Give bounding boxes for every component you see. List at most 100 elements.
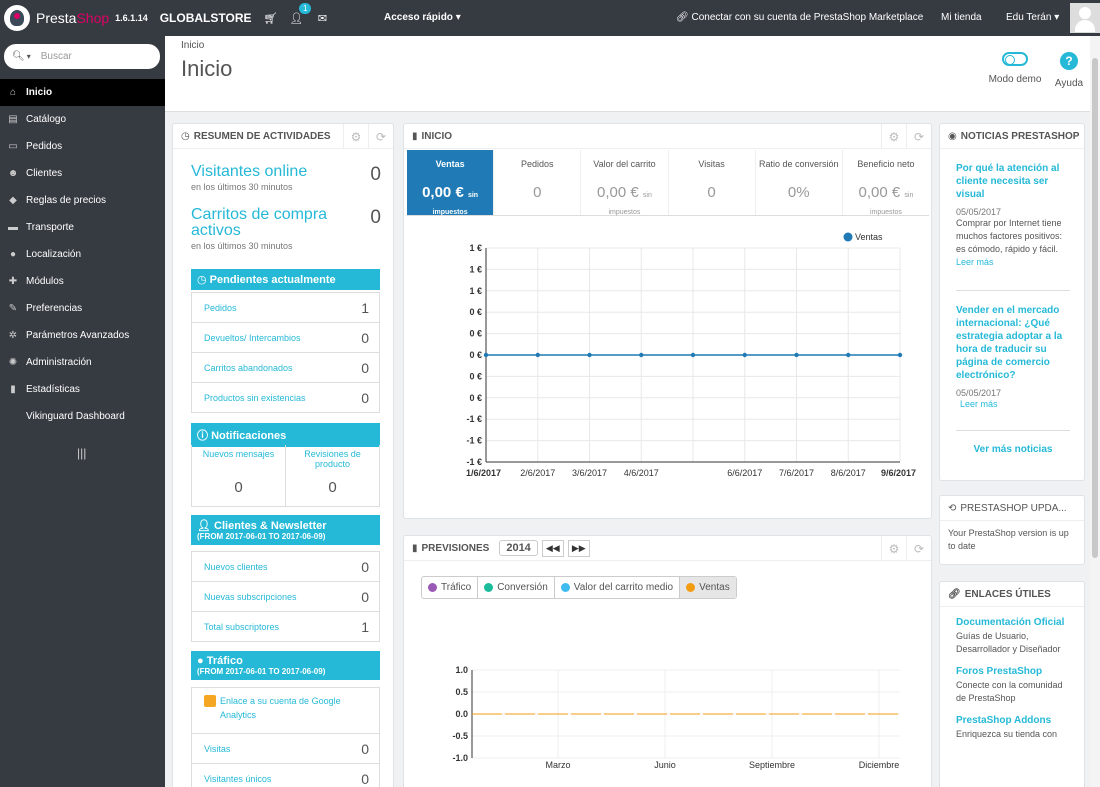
list-item[interactable]: Nuevos clientes 0 xyxy=(192,551,379,581)
book-icon: ▤ xyxy=(8,114,18,125)
list-item-label[interactable]: Total subscriptores xyxy=(204,622,279,632)
legend-toggle[interactable]: Valor del carrito medio xyxy=(555,577,681,598)
forecast-chart: 1.0 0.5 0.0 -0.5 -1.0 Marzo Junio Septiembre Dic… xyxy=(452,665,900,770)
new-messages-label[interactable]: Nuevos mensajes xyxy=(192,449,285,473)
caret-down-icon[interactable]: ▾ xyxy=(27,52,31,61)
useful-link-title[interactable]: PrestaShop Addons xyxy=(956,715,1068,726)
search-input[interactable]: Buscar xyxy=(41,51,72,62)
x-tick-label: 3/6/2017 xyxy=(572,468,607,478)
legend-toggle[interactable]: Tráfico xyxy=(422,577,479,598)
list-item[interactable]: Carritos abandonados 0 xyxy=(192,352,379,382)
read-more-link[interactable]: Leer más xyxy=(956,257,994,267)
list-item-label[interactable]: Carritos abandonados xyxy=(204,363,293,373)
see-more-news-link[interactable]: Ver más noticias xyxy=(956,444,1070,455)
sidebar-item-1[interactable]: ▤ Catálogo xyxy=(0,106,165,133)
sidebar-item-5[interactable]: ▬ Transporte xyxy=(0,214,165,241)
useful-link: Documentación Oficial Guías de Usuario, D… xyxy=(940,617,1084,656)
demo-mode-button[interactable]: Modo demo xyxy=(987,52,1043,85)
google-analytics-link[interactable]: Enlace a su cuenta de Google Analytics xyxy=(192,687,379,733)
list-item-value: 0 xyxy=(361,588,369,605)
kpi-value: 0,00 € sin impuestos xyxy=(597,184,652,216)
gear-icon[interactable]: ⚙ xyxy=(881,124,906,149)
list-item[interactable]: Nuevas subscripciones 0 xyxy=(192,581,379,611)
kpi-tab[interactable]: Pedidos 0 xyxy=(494,150,582,215)
useful-link-title[interactable]: Foros PrestaShop xyxy=(956,666,1068,677)
new-messages-cell[interactable]: Nuevos mensajes 0 xyxy=(192,445,285,506)
my-shop-link[interactable]: Mi tienda xyxy=(941,12,982,23)
list-item[interactable]: Pedidos 1 xyxy=(192,292,379,322)
list-item-label[interactable]: Pedidos xyxy=(204,303,237,313)
gear-icon[interactable]: ⚙ xyxy=(343,124,368,149)
next-year-button[interactable]: ▶▶ xyxy=(567,539,590,557)
sidebar-item-6[interactable]: ● Localización xyxy=(0,241,165,268)
sidebar-item-4[interactable]: ◆ Reglas de precios xyxy=(0,187,165,214)
kpi-tab[interactable]: Visitas 0 xyxy=(669,150,756,215)
list-item[interactable]: Visitantes únicos 0 xyxy=(192,763,379,787)
list-item-label[interactable]: Devueltos/ Intercambios xyxy=(204,333,301,343)
read-more-link[interactable]: Leer más xyxy=(956,399,998,409)
brand-name[interactable]: PrestaShop xyxy=(36,10,109,26)
product-reviews-cell[interactable]: Revisiones de producto 0 xyxy=(285,445,379,506)
user-notification-icon[interactable]: 👤︎ 1 xyxy=(289,3,312,25)
list-item-value: 1 xyxy=(361,299,369,316)
sidebar-item-11[interactable]: ▮ Estadísticas xyxy=(0,376,165,403)
cart-icon[interactable]: 🛒︎ xyxy=(263,11,278,25)
prestashop-logo-icon[interactable] xyxy=(4,5,30,31)
kpi-tab[interactable]: Ratio de conversión 0% xyxy=(756,150,843,215)
list-item[interactable]: Total subscriptores 1 xyxy=(192,611,379,641)
refresh-icon[interactable]: ⟳ xyxy=(906,536,931,561)
refresh-icon: ⟲ xyxy=(948,502,957,514)
legend-toggle[interactable]: Ventas xyxy=(680,577,736,598)
sidebar-item-0[interactable]: ⌂ Inicio xyxy=(0,79,165,106)
list-item[interactable]: Productos sin existencias 0 xyxy=(192,382,379,412)
sidebar-item-8[interactable]: ✎ Preferencias xyxy=(0,295,165,322)
product-reviews-label[interactable]: Revisiones de producto xyxy=(286,449,379,473)
update-status-text: Your PrestaShop version is up to date xyxy=(948,528,1069,551)
search-icon[interactable]: 🔍︎ xyxy=(12,51,25,62)
scrollbar-thumb[interactable] xyxy=(1092,58,1098,558)
previous-year-button[interactable]: ◀◀ xyxy=(541,539,564,557)
quick-access-menu[interactable]: Acceso rápido ▾ xyxy=(384,12,461,23)
sidebar-item-label: Parámetros Avanzados xyxy=(26,330,130,341)
news-item: Vender en el mercado internacional: ¿Qué… xyxy=(956,304,1070,411)
useful-link-title[interactable]: Documentación Oficial xyxy=(956,617,1068,628)
list-item-label[interactable]: Nuevos clientes xyxy=(204,562,268,572)
online-visitors-label[interactable]: Visitantes online xyxy=(191,164,381,180)
year-selector[interactable]: 2014 xyxy=(499,540,538,556)
sidebar-item-9[interactable]: ✲ Parámetros Avanzados xyxy=(0,322,165,349)
list-item-label[interactable]: Visitantes únicos xyxy=(204,774,271,784)
kpi-tab[interactable]: Valor del carrito 0,00 € sin impuestos xyxy=(581,150,669,216)
sidebar-item-label: Reglas de precios xyxy=(26,195,107,206)
kpi-label: Ratio de conversión xyxy=(759,159,839,169)
legend-toggle[interactable]: Conversión xyxy=(478,577,555,598)
search-box[interactable]: 🔍︎ ▾ Buscar xyxy=(4,44,160,69)
list-item-label[interactable]: Productos sin existencias xyxy=(204,393,306,403)
news-title[interactable]: Vender en el mercado internacional: ¿Qué… xyxy=(956,304,1070,382)
sidebar-item-3[interactable]: ☻ Clientes xyxy=(0,160,165,187)
marketplace-link[interactable]: 🔗︎ Conectar con su cuenta de PrestaShop … xyxy=(676,12,923,23)
page-scrollbar[interactable] xyxy=(1090,36,1100,787)
gear-icon[interactable]: ⚙ xyxy=(881,536,906,561)
collapse-menu-icon[interactable]: ||| xyxy=(77,446,86,460)
sidebar-item-10[interactable]: ✺ Administración xyxy=(0,349,165,376)
refresh-icon[interactable]: ⟳ xyxy=(368,124,393,149)
refresh-icon[interactable]: ⟳ xyxy=(906,124,931,149)
active-carts-label[interactable]: Carritos de compra activos xyxy=(191,207,381,239)
user-menu[interactable]: Edu Terán ▾ xyxy=(1006,12,1059,23)
envelope-icon[interactable]: ✉︎ xyxy=(315,11,329,25)
sidebar-item-2[interactable]: ▭ Pedidos xyxy=(0,133,165,160)
list-item-label[interactable]: Visitas xyxy=(204,744,230,754)
y-tick-label: 1 € xyxy=(469,264,482,274)
breadcrumb[interactable]: Inicio xyxy=(181,40,204,51)
list-item[interactable]: Devueltos/ Intercambios 0 xyxy=(192,322,379,352)
avatar[interactable] xyxy=(1070,3,1100,33)
sidebar-item-7[interactable]: ✚ Módulos xyxy=(0,268,165,295)
help-button[interactable]: ? Ayuda xyxy=(1051,52,1087,89)
kpi-tab[interactable]: Beneficio neto 0,00 € sin impuestos xyxy=(843,150,929,216)
list-item-label[interactable]: Nuevas subscripciones xyxy=(204,592,297,602)
sidebar-item-12[interactable]: Vikinguard Dashboard xyxy=(0,403,165,430)
list-item[interactable]: Visitas 0 xyxy=(192,733,379,763)
store-name[interactable]: GLOBALSTORE xyxy=(160,11,252,25)
kpi-tab[interactable]: Ventas 0,00 € sin impuestos xyxy=(407,150,495,216)
news-title[interactable]: Por qué la atención al cliente necesita … xyxy=(956,162,1070,201)
